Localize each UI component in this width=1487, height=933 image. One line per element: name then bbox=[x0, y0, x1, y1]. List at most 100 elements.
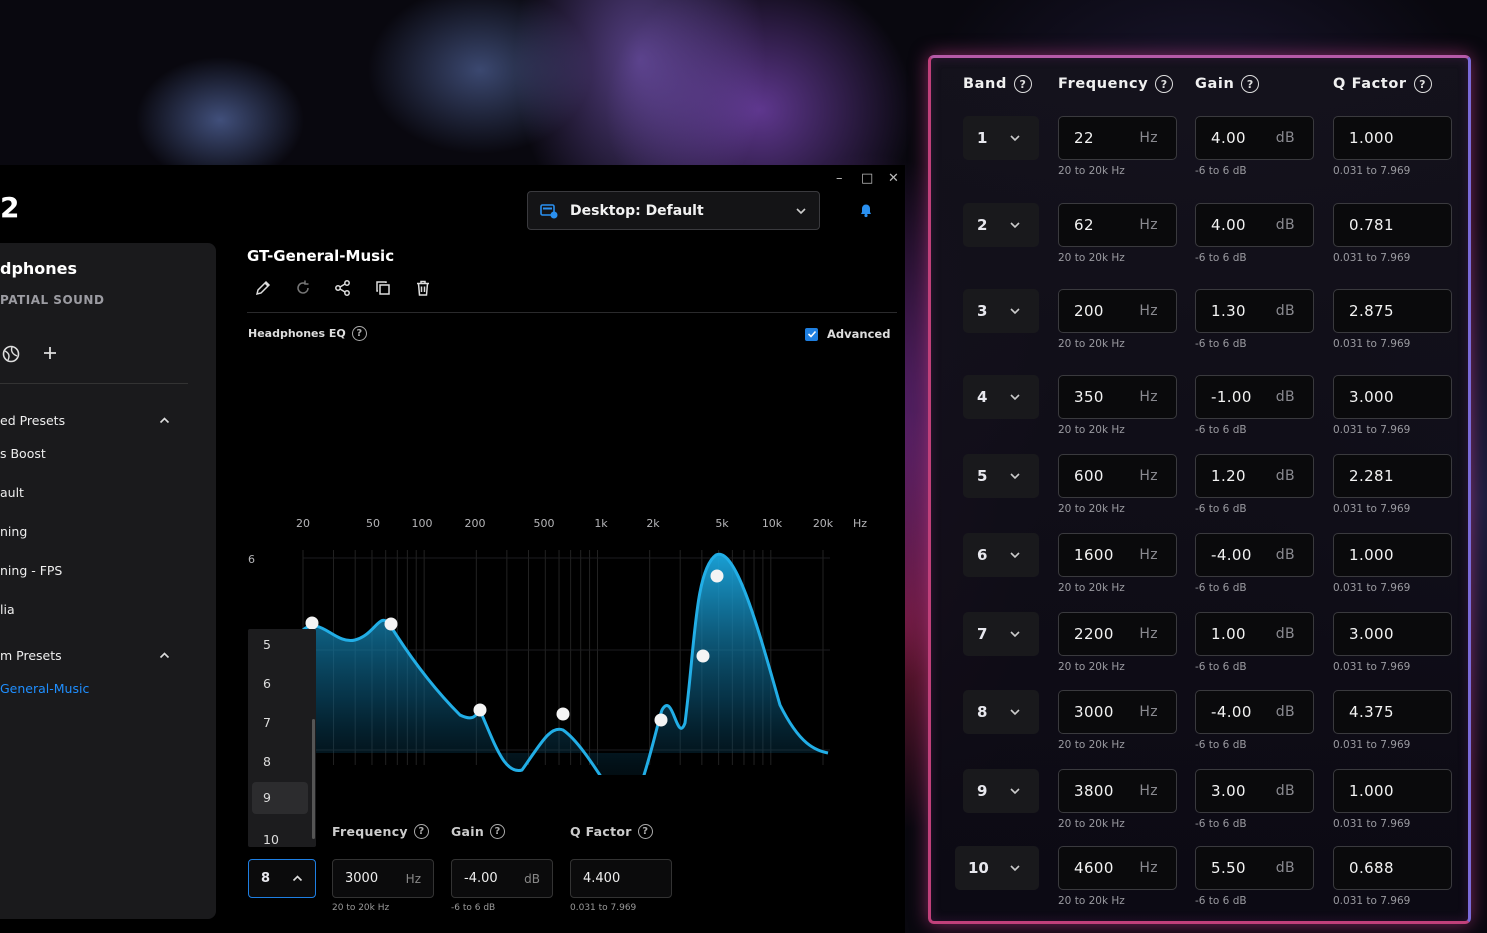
band-option[interactable]: 10 bbox=[248, 824, 308, 856]
frequency-cell-input[interactable]: 200 Hz bbox=[1058, 289, 1177, 333]
help-icon[interactable]: ? bbox=[351, 326, 367, 341]
band-number-select[interactable]: 6 bbox=[963, 533, 1039, 577]
help-icon[interactable]: ? bbox=[1155, 75, 1174, 93]
gain-cell-input[interactable]: -1.00 dB bbox=[1195, 375, 1314, 419]
minimize-button[interactable]: – bbox=[836, 171, 843, 186]
eq-band-handle[interactable] bbox=[384, 617, 398, 631]
frequency-cell-unit: Hz bbox=[1139, 783, 1158, 799]
help-icon[interactable]: ? bbox=[1013, 75, 1032, 93]
q-cell-input[interactable]: 0.688 bbox=[1333, 846, 1452, 890]
help-icon[interactable]: ? bbox=[413, 824, 429, 839]
band-number-select[interactable]: 7 bbox=[963, 612, 1039, 656]
frequency-cell-input[interactable]: 22 Hz bbox=[1058, 116, 1177, 160]
q-cell-input[interactable]: 3.000 bbox=[1333, 375, 1452, 419]
q-cell-input[interactable]: 1.000 bbox=[1333, 116, 1452, 160]
preset-item[interactable]: ning - FPS bbox=[0, 563, 62, 578]
band-option[interactable]: 5 bbox=[248, 629, 308, 661]
q-cell-input[interactable]: 3.000 bbox=[1333, 612, 1452, 656]
band-option[interactable]: 8 bbox=[248, 746, 308, 778]
band-dropdown-list: 5 6 7 8 9 10 bbox=[248, 629, 316, 847]
frequency-cell-input[interactable]: 4600 Hz bbox=[1058, 846, 1177, 890]
eq-graph[interactable]: 20501002005001k2k5k10k20kHz630 dB bbox=[240, 345, 890, 775]
q-cell-input[interactable]: 1.000 bbox=[1333, 769, 1452, 813]
preset-item[interactable]: s Boost bbox=[0, 446, 46, 461]
help-icon[interactable]: ? bbox=[490, 824, 506, 839]
edit-pencil-icon[interactable] bbox=[254, 279, 272, 297]
frequency-cell-input[interactable]: 350 Hz bbox=[1058, 375, 1177, 419]
help-icon[interactable]: ? bbox=[1241, 75, 1260, 93]
preset-item[interactable]: ning bbox=[0, 524, 27, 539]
band-option[interactable]: 7 bbox=[248, 707, 308, 739]
gain-cell-input[interactable]: 3.00 dB bbox=[1195, 769, 1314, 813]
band-number-select[interactable]: 3 bbox=[963, 289, 1039, 333]
q-cell-input[interactable]: 2.875 bbox=[1333, 289, 1452, 333]
share-icon[interactable] bbox=[334, 279, 352, 297]
eq-band-handle[interactable] bbox=[305, 616, 319, 630]
chevron-down-icon bbox=[796, 207, 806, 214]
gain-cell-value: -4.00 bbox=[1211, 546, 1252, 564]
gain-cell-input[interactable]: 1.00 dB bbox=[1195, 612, 1314, 656]
band-row: 3 200 Hz 20 to 20k Hz 1.30 dB -6 to 6 dB… bbox=[931, 289, 1474, 369]
gain-cell-input[interactable]: 1.20 dB bbox=[1195, 454, 1314, 498]
eq-band-handle[interactable] bbox=[710, 569, 724, 583]
q-range: 0.031 to 7.969 bbox=[570, 903, 637, 913]
frequency-cell-input[interactable]: 600 Hz bbox=[1058, 454, 1177, 498]
gain-input[interactable]: -4.00 dB bbox=[451, 859, 553, 898]
delete-trash-icon[interactable] bbox=[414, 279, 432, 297]
frequency-cell-input[interactable]: 3800 Hz bbox=[1058, 769, 1177, 813]
close-button[interactable]: ✕ bbox=[888, 171, 899, 186]
advanced-checkbox[interactable]: Advanced bbox=[805, 327, 890, 341]
help-icon[interactable]: ? bbox=[637, 824, 653, 839]
gain-cell-input[interactable]: 4.00 dB bbox=[1195, 203, 1314, 247]
band-number-select[interactable]: 10 bbox=[955, 846, 1039, 890]
frequency-cell-input[interactable]: 62 Hz bbox=[1058, 203, 1177, 247]
band-number-select[interactable]: 1 bbox=[963, 116, 1039, 160]
globe-icon[interactable] bbox=[2, 345, 20, 363]
help-icon[interactable]: ? bbox=[1413, 75, 1432, 93]
preset-item[interactable]: ault bbox=[0, 485, 24, 500]
gain-cell-input[interactable]: 5.50 dB bbox=[1195, 846, 1314, 890]
default-presets-header[interactable]: ed Presets bbox=[0, 413, 170, 428]
band-number-select[interactable]: 4 bbox=[963, 375, 1039, 419]
preset-item[interactable]: lia bbox=[0, 602, 15, 617]
dropdown-scrollbar[interactable] bbox=[312, 719, 315, 839]
q-cell-input[interactable]: 0.781 bbox=[1333, 203, 1452, 247]
band-option[interactable]: 6 bbox=[248, 668, 308, 700]
q-cell-input[interactable]: 4.375 bbox=[1333, 690, 1452, 734]
q-cell-range: 0.031 to 7.969 bbox=[1333, 661, 1411, 673]
band-number-select[interactable]: 5 bbox=[963, 454, 1039, 498]
add-preset-icon[interactable] bbox=[42, 345, 58, 361]
custom-presets-header[interactable]: m Presets bbox=[0, 648, 170, 663]
band-number-select[interactable]: 2 bbox=[963, 203, 1039, 247]
eq-band-handle[interactable] bbox=[654, 713, 668, 727]
preset-item-active[interactable]: General-Music bbox=[0, 681, 89, 696]
frequency-cell-input[interactable]: 3000 Hz bbox=[1058, 690, 1177, 734]
gain-cell-input[interactable]: -4.00 dB bbox=[1195, 690, 1314, 734]
frequency-cell-input[interactable]: 1600 Hz bbox=[1058, 533, 1177, 577]
frequency-cell-input[interactable]: 2200 Hz bbox=[1058, 612, 1177, 656]
device-profile-dropdown[interactable]: Desktop: Default bbox=[527, 191, 820, 230]
notification-bell-icon[interactable] bbox=[858, 202, 874, 218]
q-input[interactable]: 4.400 bbox=[570, 859, 672, 898]
band-option-hovered[interactable]: 9 bbox=[252, 782, 308, 814]
frequency-cell-unit: Hz bbox=[1139, 389, 1158, 405]
gain-cell-unit: dB bbox=[1275, 303, 1295, 319]
frequency-cell-range: 20 to 20k Hz bbox=[1058, 252, 1125, 264]
frequency-input[interactable]: 3000 Hz bbox=[332, 859, 434, 898]
gain-cell-input[interactable]: 4.00 dB bbox=[1195, 116, 1314, 160]
gain-cell-input[interactable]: -4.00 dB bbox=[1195, 533, 1314, 577]
gain-cell-range: -6 to 6 dB bbox=[1195, 165, 1247, 177]
maximize-button[interactable]: □ bbox=[861, 171, 873, 186]
duplicate-icon[interactable] bbox=[374, 279, 392, 297]
eq-band-handle[interactable] bbox=[696, 649, 710, 663]
eq-band-handle[interactable] bbox=[473, 703, 487, 717]
gain-cell-input[interactable]: 1.30 dB bbox=[1195, 289, 1314, 333]
band-select[interactable]: 8 bbox=[248, 859, 316, 898]
q-cell-input[interactable]: 1.000 bbox=[1333, 533, 1452, 577]
q-cell-input[interactable]: 2.281 bbox=[1333, 454, 1452, 498]
eq-band-handle[interactable] bbox=[556, 707, 570, 721]
reset-icon[interactable] bbox=[294, 279, 312, 297]
band-number-select[interactable]: 8 bbox=[963, 690, 1039, 734]
band-number-select[interactable]: 9 bbox=[963, 769, 1039, 813]
frequency-cell-value: 600 bbox=[1074, 467, 1104, 485]
